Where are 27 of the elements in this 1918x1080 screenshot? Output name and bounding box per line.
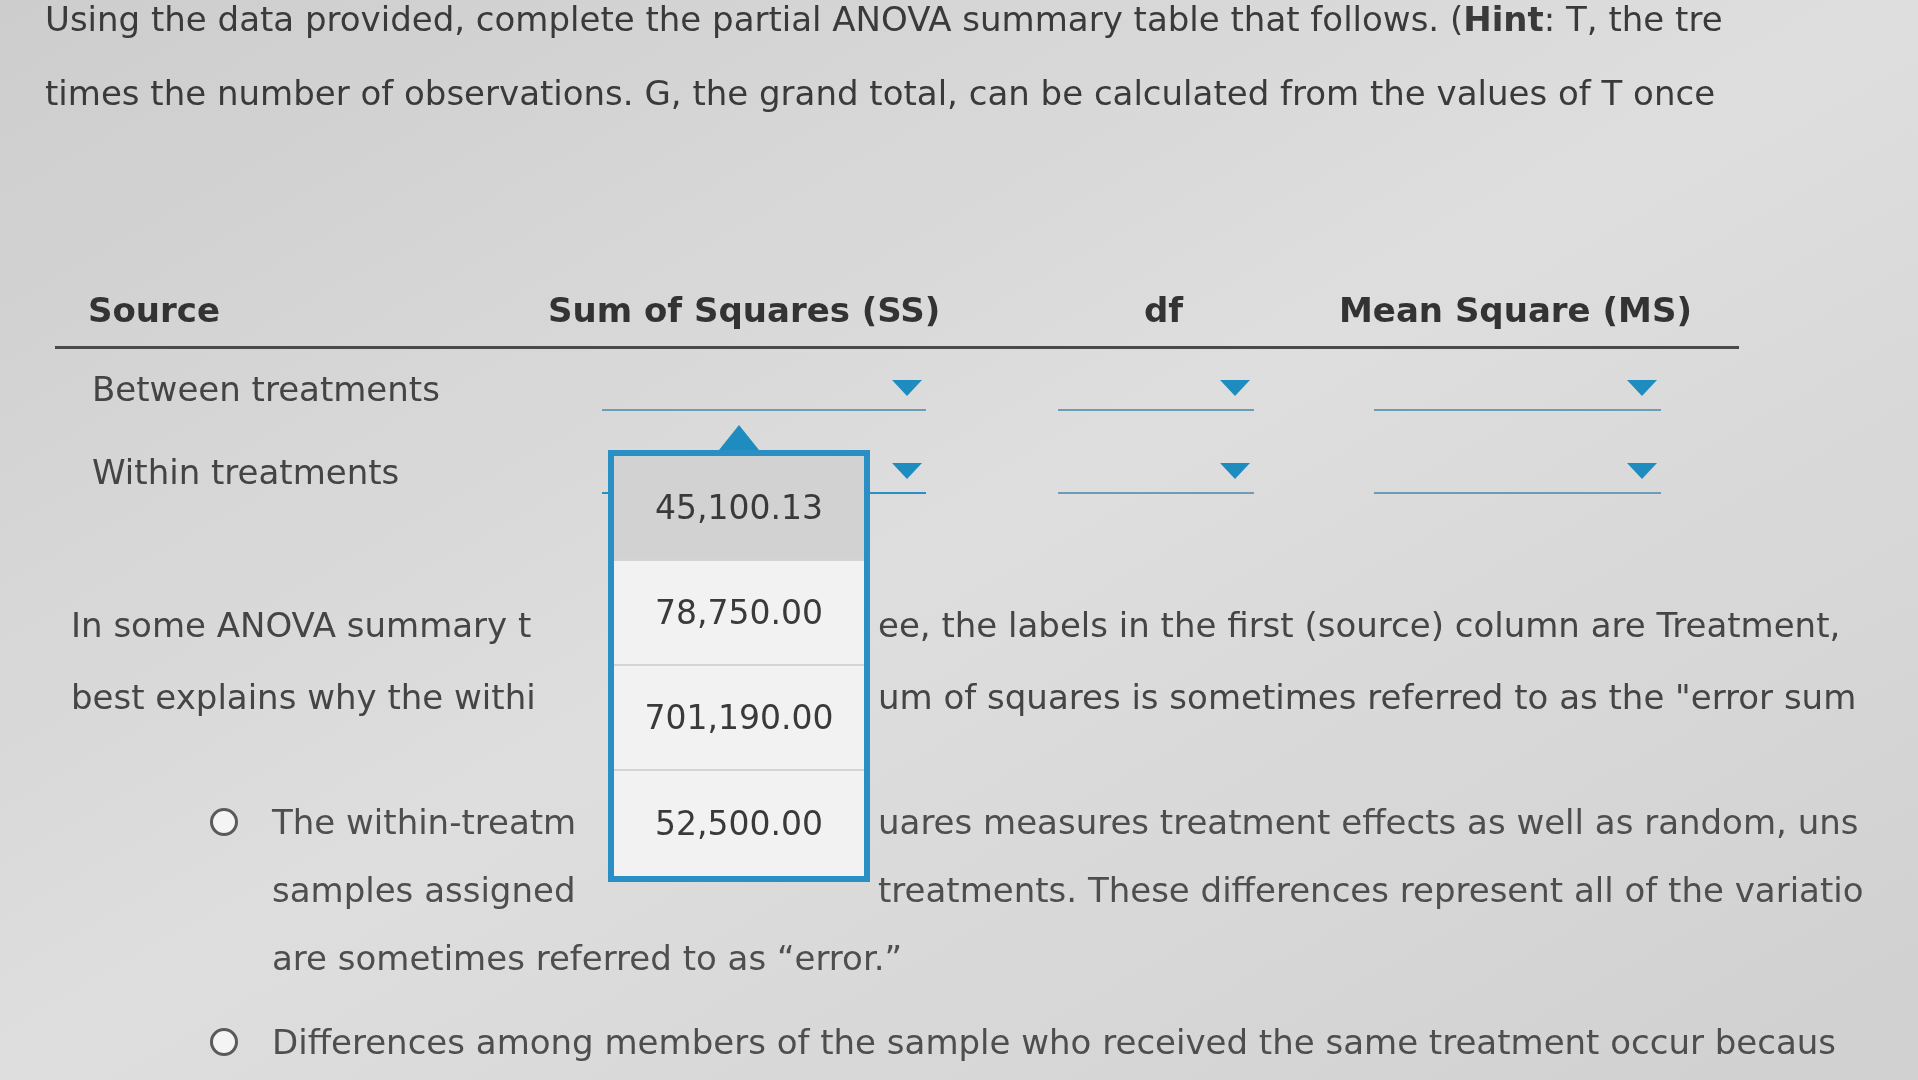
radio-button[interactable] <box>210 808 238 836</box>
choice-text: are sometimes referred to as “error.” <box>272 936 903 980</box>
radio-button[interactable] <box>210 1028 238 1056</box>
dropdown-option[interactable]: 45,100.13 <box>614 456 864 561</box>
column-header: Source <box>88 289 221 332</box>
instruction-text: times the number of observations. G, the grand total, can be calculated from the values of T once <box>45 72 1717 114</box>
column-header: df <box>1144 289 1184 332</box>
caret-icon <box>1220 380 1250 396</box>
choice-text: treatments. These differences represent all of the variatio <box>878 868 1864 912</box>
row-label: Between treatments <box>92 367 440 411</box>
row-label: Within treatments <box>92 450 400 494</box>
question-text: ee, the labels in the first (source) column are Treatment, <box>878 603 1841 647</box>
question-text: best explains why the withi <box>71 675 536 719</box>
column-header: Sum of Squares (SS) <box>548 289 941 332</box>
question-text: In some ANOVA summary t <box>71 603 532 647</box>
instruction-text: Using the data provided, complete the partial ANOVA summary table that follows. (Hint: T, the tre <box>45 0 1724 38</box>
caret-icon <box>892 380 922 396</box>
question-text: um of squares is sometimes referred to as the "error sum <box>878 675 1857 719</box>
choice-text: samples assigned <box>272 868 576 912</box>
caret-icon <box>1627 463 1657 479</box>
caret-icon <box>1220 463 1250 479</box>
column-header: Mean Square (MS) <box>1339 289 1692 332</box>
choice-text: The within-treatm <box>272 800 577 844</box>
caret-icon <box>1627 380 1657 396</box>
choice-text: Differences among members of the sample who received the same treatment occur becaus <box>272 1020 1837 1064</box>
caret-icon <box>892 463 922 479</box>
choice-text: uares measures treatment effects as well as random, uns <box>878 800 1859 844</box>
